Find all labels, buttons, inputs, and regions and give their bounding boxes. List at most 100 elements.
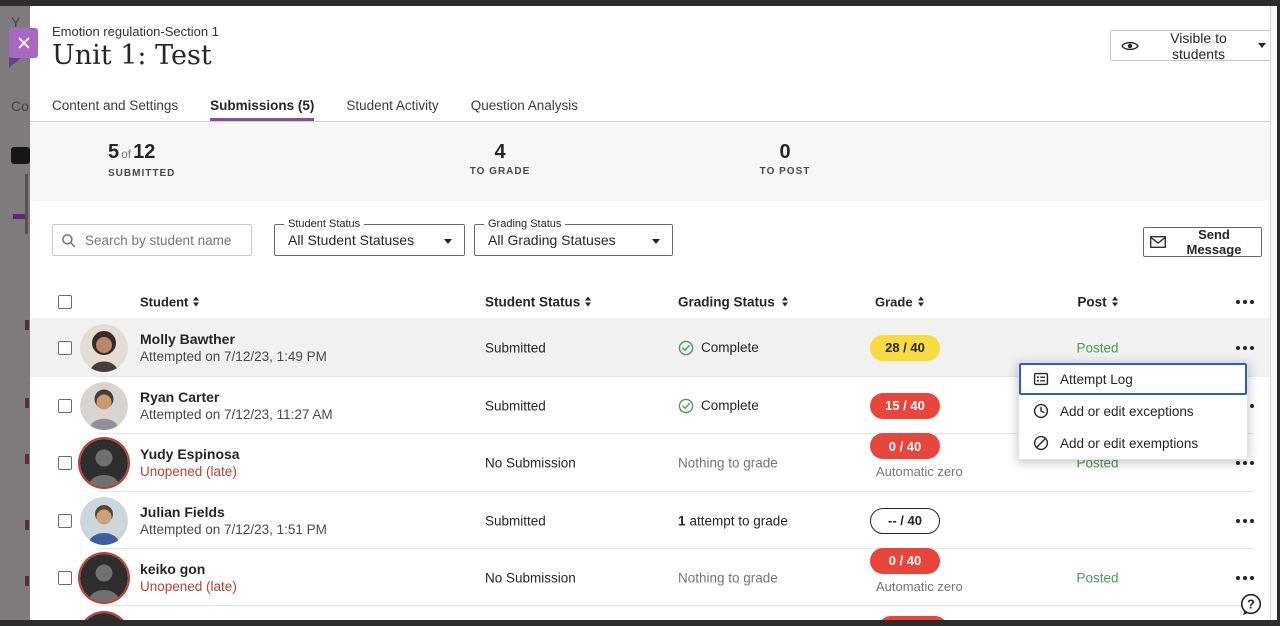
avatar (80, 497, 128, 545)
row-menu-button[interactable] (1233, 342, 1258, 354)
student-name: Ryan Carter (140, 389, 440, 406)
background-scrollbar-remnant (25, 174, 28, 234)
tab-question-analysis[interactable]: Question Analysis (471, 90, 578, 121)
grading-status: Complete (701, 398, 759, 413)
column-header-student[interactable]: Student (140, 294, 440, 309)
background-remnant (25, 398, 29, 408)
stat-submitted-value: 5 (108, 141, 119, 163)
stat-submitted: 5of12 SUBMITTED (108, 141, 175, 179)
student-status: No Submission (485, 570, 655, 585)
column-label: Grade (875, 294, 913, 309)
grading-status: Nothing to grade (678, 570, 858, 585)
table-row[interactable]: keiko gon Unopened (late) No Submission … (30, 549, 1270, 606)
select-all-checkbox[interactable] (58, 295, 72, 309)
student-name: Julian Fields (140, 504, 440, 521)
attempt-detail: Attempted on 7/12/23, 1:49 PM (140, 348, 440, 365)
menu-item-label: Add or edit exceptions (1060, 404, 1194, 419)
stat-to-grade-value: 4 (450, 141, 550, 163)
tab-content-and-settings[interactable]: Content and Settings (52, 90, 178, 121)
background-text-remnant: Co (11, 98, 29, 114)
column-header-grading-status[interactable]: Grading Status (678, 294, 858, 309)
grade-pill[interactable]: 28 / 40 (870, 335, 940, 361)
post-status[interactable]: Posted (1050, 340, 1145, 355)
grade-pill[interactable]: 0 / 40 (870, 548, 940, 574)
row-menu-button[interactable] (1233, 572, 1258, 584)
background-remnant (25, 320, 29, 330)
menu-item-add-exceptions[interactable]: Add or edit exceptions (1019, 395, 1247, 427)
attempt-detail: Unopened (late) (140, 463, 440, 480)
tab-student-activity[interactable]: Student Activity (346, 90, 438, 121)
prohibit-icon (1033, 435, 1049, 451)
row-checkbox[interactable] (58, 571, 72, 585)
column-label: Student (140, 294, 188, 309)
chevron-down-icon (1258, 43, 1266, 48)
student-search (52, 224, 252, 256)
grade-pill (878, 616, 948, 620)
grade-pill[interactable]: 15 / 40 (870, 393, 940, 419)
attempt-detail: Attempted on 7/12/23, 11:27 AM (140, 406, 440, 423)
column-label: Post (1077, 294, 1106, 309)
column-header-grade[interactable]: Grade (875, 294, 985, 309)
avatar (80, 554, 128, 602)
table-options-button[interactable] (1233, 296, 1258, 308)
complete-check-icon (678, 340, 694, 356)
avatar (80, 613, 128, 620)
attempts-to-grade-count: 1 (678, 513, 686, 528)
search-icon (61, 233, 76, 248)
sort-icon (585, 297, 591, 307)
stat-to-grade-label: TO GRADE (450, 166, 550, 177)
grade-pill[interactable]: -- / 40 (870, 508, 940, 534)
panel-scrollbar[interactable] (1270, 6, 1277, 620)
question-mark-bubble-icon: ? (1238, 592, 1264, 618)
tab-submissions[interactable]: Submissions (5) (210, 90, 314, 121)
table-row[interactable]: Julian Fields Attempted on 7/12/23, 1:51… (30, 492, 1270, 549)
column-label: Grading Status (678, 294, 775, 309)
eye-icon (1121, 40, 1139, 52)
row-checkbox[interactable] (58, 514, 72, 528)
post-status[interactable]: Posted (1050, 570, 1145, 585)
row-menu-button[interactable] (1233, 515, 1258, 527)
help-button[interactable]: ? (1238, 592, 1264, 618)
visibility-label: Visible to students (1147, 30, 1250, 62)
student-status-select[interactable]: Student Status All Student Statuses (274, 224, 465, 256)
chevron-down-icon (652, 239, 660, 244)
stat-submitted-of: of (119, 147, 133, 161)
search-input[interactable] (83, 232, 233, 249)
row-checkbox[interactable] (58, 399, 72, 413)
tab-bar: Content and Settings Submissions (5) Stu… (30, 90, 1270, 122)
close-panel-button[interactable] (9, 28, 38, 58)
envelope-icon (1150, 236, 1166, 248)
grading-status: Nothing to grade (678, 456, 858, 471)
row-context-menu: Attempt Log Add or edit exceptions Add o… (1018, 362, 1248, 460)
grade-note: Automatic zero (870, 464, 980, 479)
submission-stats-band: 5of12 SUBMITTED 4 TO GRADE 0 TO POST (30, 123, 1270, 201)
grade-pill[interactable]: 0 / 40 (870, 433, 940, 459)
sort-icon (782, 297, 788, 307)
student-name: Yudy Espinosa (140, 446, 440, 463)
student-status-select-label: Student Status (284, 218, 364, 230)
stat-submitted-label: SUBMITTED (108, 168, 175, 179)
stat-to-post: 0 TO POST (735, 141, 835, 177)
menu-item-attempt-log[interactable]: Attempt Log (1019, 363, 1247, 395)
grading-status-select[interactable]: Grading Status All Grading Statuses (474, 224, 673, 256)
dimmed-background-page: Y Co (0, 6, 30, 620)
student-name: Molly Bawther (140, 331, 440, 348)
row-checkbox[interactable] (58, 341, 72, 355)
chevron-down-icon (444, 239, 452, 244)
visibility-dropdown-button[interactable]: Visible to students (1110, 30, 1277, 61)
send-message-label: Send Message (1173, 227, 1255, 257)
student-status-select-value: All Student Statuses (288, 232, 414, 248)
student-status: Submitted (485, 513, 655, 528)
attempt-detail: Attempted on 7/12/23, 1:51 PM (140, 521, 440, 538)
send-message-button[interactable]: Send Message (1143, 227, 1262, 257)
row-checkbox[interactable] (58, 456, 72, 470)
stat-to-post-label: TO POST (735, 166, 835, 177)
avatar (80, 439, 128, 487)
sort-icon (1112, 297, 1118, 307)
menu-item-add-exemptions[interactable]: Add or edit exemptions (1019, 427, 1247, 459)
column-label: Student Status (485, 294, 580, 309)
svg-text:?: ? (1247, 597, 1255, 611)
grading-status: attempt to grade (690, 513, 788, 528)
column-header-post[interactable]: Post (1050, 294, 1145, 309)
column-header-student-status[interactable]: Student Status (485, 294, 655, 309)
